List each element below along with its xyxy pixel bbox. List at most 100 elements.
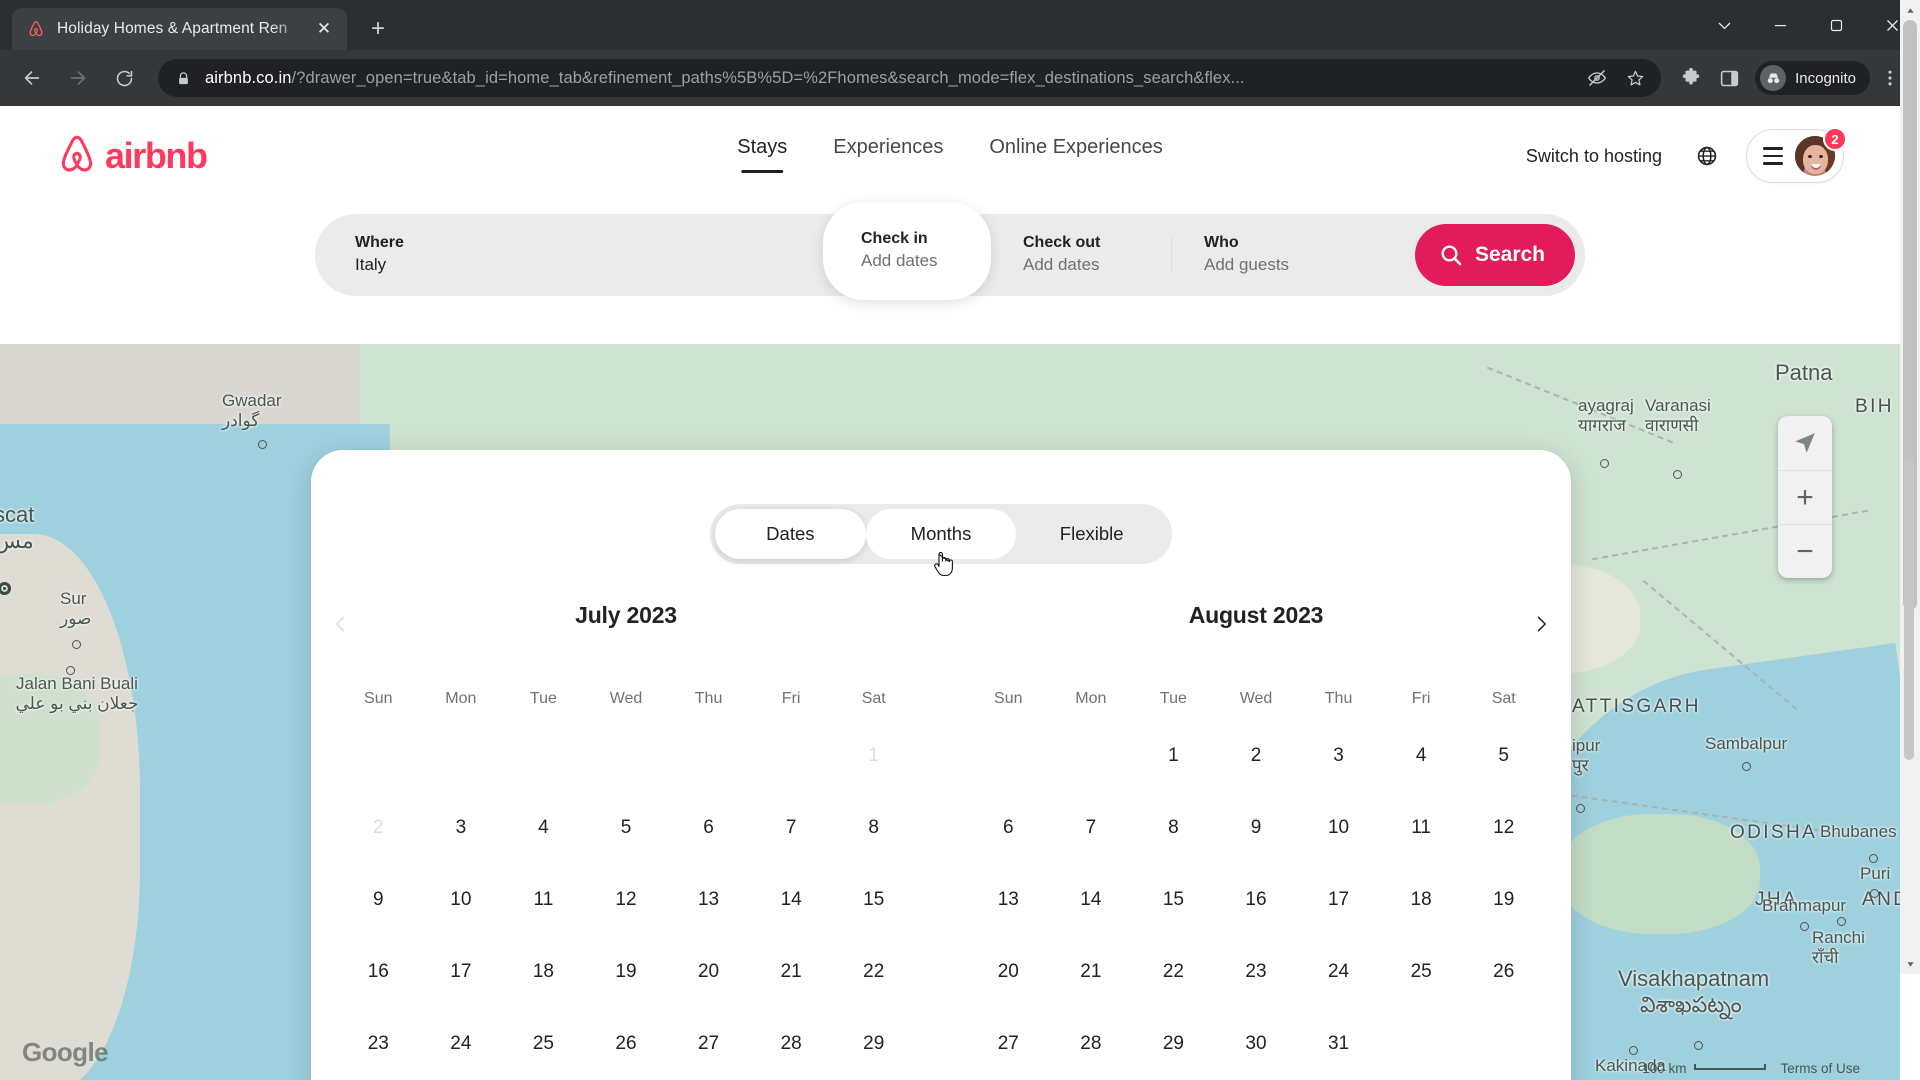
calendar-day[interactable]: 29 (832, 1008, 915, 1080)
calendar-day[interactable]: 5 (1462, 720, 1545, 792)
calendar-day[interactable]: 18 (502, 936, 585, 1008)
calendar-day[interactable]: 14 (1050, 864, 1133, 936)
tab-dates[interactable]: Dates (715, 509, 866, 559)
tab-flexible[interactable]: Flexible (1016, 509, 1167, 559)
next-month-button[interactable] (1519, 602, 1563, 646)
navigate-arrow-icon[interactable] (1778, 416, 1832, 470)
calendar-day[interactable]: 12 (1462, 792, 1545, 864)
calendar-day[interactable]: 13 (667, 864, 750, 936)
profile-menu-button[interactable]: 2 (1746, 127, 1847, 183)
calendar-day[interactable]: 27 (967, 1008, 1050, 1080)
panel-scrollbar[interactable] (1904, 454, 1914, 1076)
calendar-day[interactable]: 24 (1297, 936, 1380, 1008)
calendar-day[interactable]: 14 (750, 864, 833, 936)
calendar-day[interactable]: 7 (1050, 792, 1133, 864)
calendar-day[interactable]: 6 (967, 792, 1050, 864)
calendar-day[interactable]: 1 (1132, 720, 1215, 792)
calendar-day[interactable]: 22 (1132, 936, 1215, 1008)
bookmark-star-icon[interactable] (1621, 64, 1649, 92)
calendar-day[interactable]: 8 (832, 792, 915, 864)
calendar-day[interactable]: 2 (1215, 720, 1298, 792)
map-city-dot (1629, 1046, 1638, 1055)
address-bar[interactable]: airbnb.co.in/?drawer_open=true&tab_id=ho… (158, 59, 1662, 97)
calendar-day[interactable]: 5 (585, 792, 668, 864)
calendar-day[interactable]: 27 (667, 1008, 750, 1080)
calendar-day[interactable]: 4 (502, 792, 585, 864)
calendar-day[interactable]: 30 (1215, 1008, 1298, 1080)
calendar-day[interactable]: 15 (832, 864, 915, 936)
search-where-field[interactable]: Where Italy (315, 214, 823, 296)
zoom-out-button[interactable]: − (1778, 524, 1832, 578)
calendar-day[interactable]: 20 (667, 936, 750, 1008)
switch-to-hosting-button[interactable]: Switch to hosting (1510, 132, 1678, 181)
calendar-day[interactable]: 26 (585, 1008, 668, 1080)
globe-icon[interactable] (1684, 133, 1730, 179)
calendar-day[interactable]: 13 (967, 864, 1050, 936)
calendar-day[interactable]: 12 (585, 864, 668, 936)
calendar-day[interactable]: 23 (1215, 936, 1298, 1008)
calendar-day[interactable]: 23 (337, 1008, 420, 1080)
nav-tab-online-experiences[interactable]: Online Experiences (989, 136, 1162, 173)
calendar-day[interactable]: 15 (1132, 864, 1215, 936)
nav-tab-stays[interactable]: Stays (737, 136, 787, 173)
calendar-day[interactable]: 11 (502, 864, 585, 936)
calendar-day[interactable]: 26 (1462, 936, 1545, 1008)
forward-button[interactable] (58, 58, 98, 98)
calendar-day[interactable]: 29 (1132, 1008, 1215, 1080)
reload-button[interactable] (104, 58, 144, 98)
new-tab-button[interactable]: + (361, 12, 395, 46)
search-button[interactable]: Search (1414, 224, 1575, 286)
calendar-day[interactable]: 31 (1297, 1008, 1380, 1080)
calendar-dayname: Sun (994, 690, 1023, 707)
prev-month-button[interactable] (319, 602, 363, 646)
calendar-day[interactable]: 19 (585, 936, 668, 1008)
calendar-day[interactable]: 3 (420, 792, 503, 864)
calendar-day[interactable]: 21 (750, 936, 833, 1008)
calendar-day[interactable]: 10 (1297, 792, 1380, 864)
calendar-day[interactable]: 28 (1050, 1008, 1133, 1080)
calendar-day[interactable]: 22 (832, 936, 915, 1008)
nav-tab-experiences[interactable]: Experiences (833, 136, 943, 173)
calendar-day[interactable]: 17 (1297, 864, 1380, 936)
calendar-day[interactable]: 9 (337, 864, 420, 936)
tab-close-icon[interactable]: ✕ (311, 16, 337, 42)
calendar-day[interactable]: 19 (1462, 864, 1545, 936)
search-checkin-field[interactable]: Check in Add dates (823, 202, 991, 300)
calendar-day[interactable]: 8 (1132, 792, 1215, 864)
calendar-day[interactable]: 3 (1297, 720, 1380, 792)
calendar-day[interactable]: 4 (1380, 720, 1463, 792)
calendar-day[interactable]: 9 (1215, 792, 1298, 864)
extensions-puzzle-icon[interactable] (1673, 60, 1709, 96)
maximize-button[interactable] (1808, 0, 1864, 50)
back-button[interactable] (12, 58, 52, 98)
search-checkout-field[interactable]: Check out Add dates (991, 214, 1171, 296)
airbnb-logo[interactable]: airbnb (56, 133, 208, 179)
calendar-day[interactable]: 24 (420, 1008, 503, 1080)
minimize-button[interactable] (1752, 0, 1808, 50)
map-terms-of-use[interactable]: Terms of Use (1780, 1061, 1860, 1076)
calendar-day[interactable]: 21 (1050, 936, 1133, 1008)
calendar-day[interactable]: 10 (420, 864, 503, 936)
tab-search-button[interactable] (1696, 0, 1752, 50)
incognito-profile-chip[interactable]: Incognito (1755, 61, 1870, 95)
calendar-day[interactable]: 25 (1380, 936, 1463, 1008)
calendar-day[interactable]: 11 (1380, 792, 1463, 864)
calendar-day[interactable]: 20 (967, 936, 1050, 1008)
calendar-day[interactable]: 16 (1215, 864, 1298, 936)
search-who-field[interactable]: Who Add guests (1172, 214, 1384, 296)
calendar-day[interactable]: 28 (750, 1008, 833, 1080)
calendar-day[interactable]: 18 (1380, 864, 1463, 936)
airbnb-logo-text: airbnb (105, 135, 208, 176)
calendar-day[interactable]: 6 (667, 792, 750, 864)
panel-scrollbar-thumb[interactable] (1904, 460, 1914, 760)
scroll-up-arrow-icon[interactable] (1900, 0, 1920, 20)
calendar-day[interactable]: 7 (750, 792, 833, 864)
side-panel-icon[interactable] (1711, 60, 1747, 96)
airbnb-logo-icon (61, 135, 93, 172)
calendar-day[interactable]: 16 (337, 936, 420, 1008)
calendar-day[interactable]: 25 (502, 1008, 585, 1080)
eye-slash-icon[interactable] (1583, 64, 1611, 92)
calendar-day[interactable]: 17 (420, 936, 503, 1008)
browser-tab[interactable]: Holiday Homes & Apartment Ren ✕ (12, 8, 347, 50)
zoom-in-button[interactable]: + (1778, 470, 1832, 524)
